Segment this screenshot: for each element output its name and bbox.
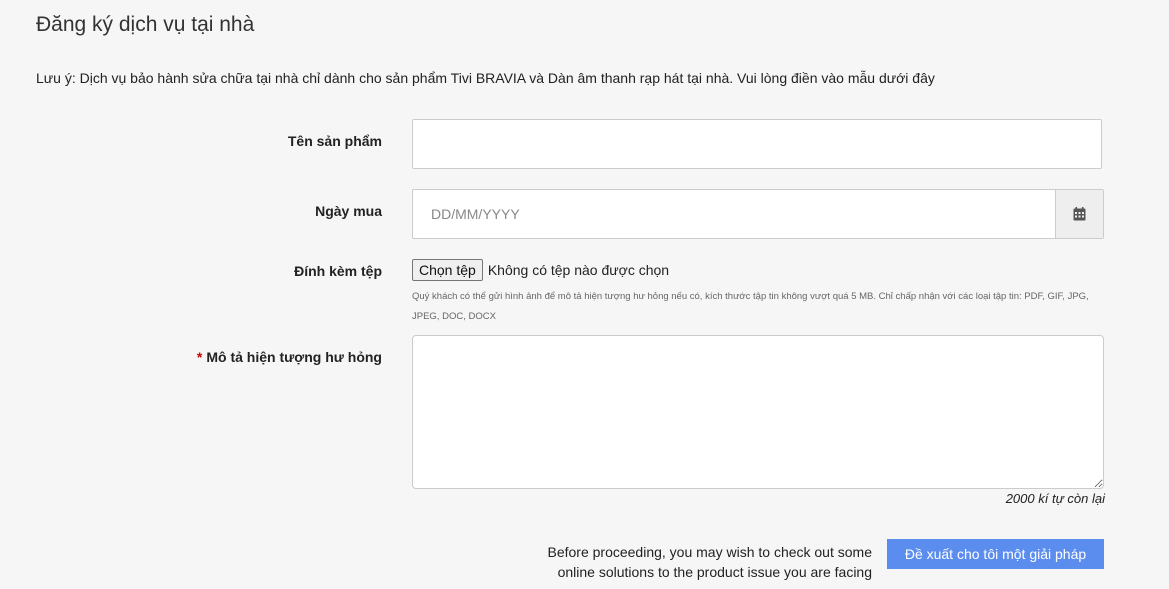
proceed-text-line2: online solutions to the product issue yo…	[557, 564, 872, 580]
proceed-text-line1: Before proceeding, you may wish to check…	[547, 544, 872, 560]
product-name-input[interactable]	[412, 119, 1102, 169]
file-status: Không có tệp nào được chọn	[487, 262, 670, 278]
file-picker: Chọn tệp Không có tệp nào được chọn	[412, 259, 669, 281]
product-name-label: Tên sản phẩm	[287, 133, 382, 149]
page-title: Đăng ký dịch vụ tại nhà	[36, 13, 255, 36]
attachment-hint: Quý khách có thể gửi hình ảnh để mô tả h…	[412, 291, 1089, 322]
calendar-button[interactable]	[1055, 190, 1103, 238]
description-label-wrap: * Mô tả hiện tượng hư hỏng	[197, 349, 382, 365]
suggest-solution-button[interactable]: Đề xuất cho tôi một giải pháp	[887, 539, 1104, 569]
description-label: Mô tả hiện tượng hư hỏng	[206, 349, 382, 365]
calendar-icon	[1073, 207, 1086, 221]
char-count: 2000 kí tự còn lại	[1005, 491, 1105, 506]
purchase-date-field	[412, 189, 1104, 239]
purchase-date-label: Ngày mua	[315, 203, 382, 219]
proceed-text: Before proceeding, you may wish to check…	[512, 542, 872, 582]
service-note: Lưu ý: Dịch vụ bảo hành sửa chữa tại nhà…	[36, 70, 935, 86]
required-mark: *	[196, 349, 203, 365]
choose-file-button[interactable]: Chọn tệp	[412, 259, 483, 281]
attachment-label: Đính kèm tệp	[294, 263, 382, 279]
description-textarea[interactable]	[412, 335, 1104, 489]
purchase-date-input[interactable]	[413, 190, 1055, 238]
